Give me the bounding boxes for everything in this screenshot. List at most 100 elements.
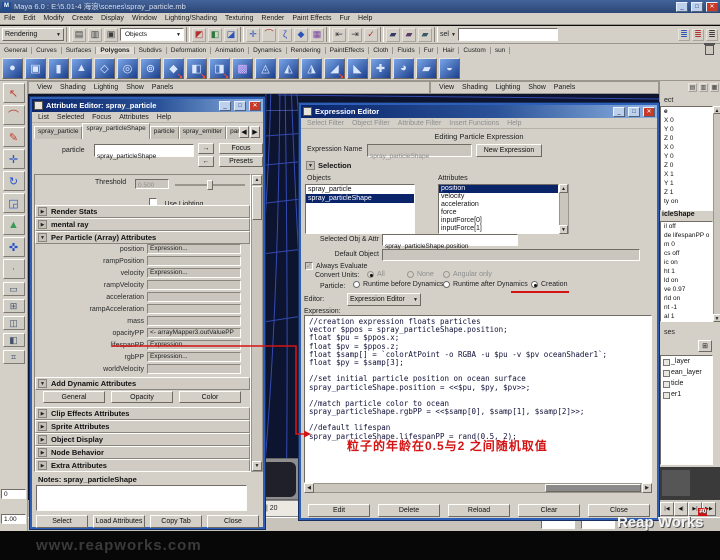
panel-menu-item[interactable]: Panels [148, 84, 177, 91]
scroll-down-icon[interactable]: ▼ [252, 461, 262, 471]
attribute-field[interactable]: Expression... [147, 352, 241, 362]
ipr-render-icon[interactable]: ▰ [402, 28, 416, 42]
menu-set-dropdown[interactable]: Rendering▼ [2, 28, 64, 41]
attribute-tab[interactable]: particle [150, 126, 179, 139]
toggle-channel-box-icon[interactable]: ▦ [710, 83, 719, 92]
shelf-tab[interactable]: Custom [459, 47, 490, 54]
selected-attr-field[interactable]: spray_particleShape.position [382, 234, 518, 246]
channel-row[interactable]: nt -1 [661, 303, 712, 312]
channel-box-menu-fragment[interactable]: ect [664, 97, 673, 104]
scrollbar-thumb[interactable] [545, 484, 641, 492]
collapsed-section[interactable]: ▶ Render Stats [35, 205, 250, 218]
tab-scroll-left-icon[interactable]: ◀ [239, 126, 249, 138]
move-tool-icon[interactable]: ✛ [3, 149, 25, 169]
presets-button[interactable]: Presets [219, 156, 263, 167]
attribute-field[interactable] [147, 292, 241, 302]
playback-speed-field[interactable]: 1.00 [1, 514, 26, 524]
add-dynamic-button[interactable]: General [43, 391, 105, 403]
scroll-up-icon[interactable]: ▲ [559, 184, 568, 193]
shelf-tab[interactable]: Fur [420, 47, 439, 54]
shelf-tab[interactable]: PaintEffects [326, 47, 370, 54]
panel-menu-item[interactable]: Show [524, 84, 550, 91]
channel-row[interactable]: Y 1 [661, 179, 712, 188]
attribute-editor-titlebar[interactable]: Attribute Editor: spray_particle _ □ ✕ [32, 99, 263, 112]
shelf-tab[interactable]: Hair [438, 47, 459, 54]
layer-item[interactable]: ean_layer [661, 367, 712, 378]
expand-icon[interactable]: ▶ [38, 461, 47, 470]
poly-smooth-icon[interactable]: ◆↘ [163, 58, 184, 79]
attribute-list-item[interactable]: acceleration [439, 201, 558, 209]
notes-field[interactable] [36, 485, 247, 511]
range-start-field[interactable]: 0 [1, 489, 26, 499]
poly-uv-texture-icon[interactable]: ▩ [232, 58, 253, 79]
attribute-editor-button[interactable]: Load Attributes [93, 515, 145, 528]
attribute-editor-button[interactable]: Close [207, 515, 259, 528]
attribute-tab[interactable]: spray_emitter [179, 126, 226, 139]
panel-menu-item[interactable]: View [33, 84, 56, 91]
poly-reduce-icon[interactable]: ◨↘ [209, 58, 230, 79]
channel-row[interactable]: ic on [661, 258, 712, 267]
expand-icon[interactable]: ▶ [38, 448, 47, 457]
scroll-up-icon[interactable]: ▲ [252, 175, 262, 185]
panel-menu-item[interactable]: Lighting [492, 84, 525, 91]
scroll-left-icon[interactable]: ◀ [304, 483, 314, 493]
maximize-button[interactable]: □ [691, 2, 703, 12]
menu-item[interactable]: Focus [88, 114, 115, 121]
channel-row[interactable]: ve 0.97 [661, 285, 712, 294]
attributes-scrollbar[interactable]: ▲ ▼ [559, 184, 569, 234]
selection-section-header[interactable]: ▼ Selection [304, 161, 351, 170]
layers-menu-fragment[interactable]: ses [664, 329, 675, 336]
construction-history-icon[interactable]: ✓ [364, 28, 378, 42]
menu-item[interactable]: List [34, 114, 53, 121]
show-output-icon[interactable]: ← [198, 156, 214, 167]
attribute-field[interactable]: Expression... [147, 268, 241, 278]
poly-extrude-face-icon[interactable]: ◢↘ [324, 58, 345, 79]
poly-triangulate-icon[interactable]: ◬ [255, 58, 276, 79]
channel-row[interactable]: Y 0 [661, 152, 712, 161]
channel-row[interactable]: Z 0 [661, 161, 712, 170]
poly-plane-icon[interactable]: ◇ [94, 58, 115, 79]
scroll-down-icon[interactable]: ▼ [713, 314, 720, 322]
expression-editor-button[interactable]: Reload [448, 504, 510, 517]
tab-scroll-right-icon[interactable]: ▶ [250, 126, 260, 138]
shelf-tab[interactable]: Surfaces [62, 47, 97, 54]
scrollbar-thumb[interactable] [252, 186, 262, 220]
expand-icon[interactable]: ▶ [38, 422, 47, 431]
channel-row[interactable]: Y 0 [661, 125, 712, 134]
attribute-editor-button[interactable]: Copy Tab [150, 515, 202, 528]
particle-mode-option[interactable]: Runtime after Dynamics [443, 281, 528, 288]
snap-grid-icon[interactable]: ✛ [246, 28, 260, 42]
attribute-tab[interactable]: spray_particle [34, 126, 82, 139]
status-icon[interactable] [434, 27, 438, 42]
close-button[interactable]: ✕ [249, 101, 261, 111]
poly-cylinder-icon[interactable]: ▮ [48, 58, 69, 79]
collapse-icon[interactable]: ▼ [38, 233, 47, 242]
collapsed-section[interactable]: ▶ Extra Attributes [35, 459, 250, 472]
poly-sphere-icon[interactable]: ● [2, 58, 23, 79]
minimize-button[interactable]: _ [676, 2, 688, 12]
menu-item[interactable]: Lighting/Shading [161, 15, 221, 22]
scroll-down-icon[interactable]: ▼ [559, 225, 568, 234]
menu-item[interactable]: Fur [336, 15, 355, 22]
minimize-button[interactable]: _ [219, 101, 231, 111]
expression-hscrollbar[interactable]: ◀ ▶ [304, 483, 652, 493]
shelf-tab[interactable]: Rendering [287, 47, 326, 54]
threshold-field[interactable]: 0.500 [135, 179, 169, 189]
channel-row[interactable]: ht 1 [661, 267, 712, 276]
snap-point-icon[interactable]: ζ [278, 28, 292, 42]
show-manipulator-tool-icon[interactable]: ✜ [3, 237, 25, 257]
show-input-icon[interactable]: → [198, 143, 214, 154]
attribute-field[interactable]: Expression... [147, 340, 241, 350]
menu-item[interactable]: Texturing [221, 15, 257, 22]
layout-four-pane-icon[interactable]: ⊞ [3, 299, 25, 313]
menu-item[interactable]: Attributes [115, 114, 153, 121]
poly-mirror-icon[interactable]: ◧↘ [186, 58, 207, 79]
select-component-icon[interactable]: ◪ [224, 28, 238, 42]
toggle-tool-settings-icon[interactable]: ▥ [699, 83, 708, 92]
menu-item[interactable]: Create [68, 15, 97, 22]
attribute-tab[interactable]: spray_particleShape [82, 123, 149, 139]
maximize-button[interactable]: □ [628, 107, 640, 117]
expression-editor-button[interactable]: Delete [378, 504, 440, 517]
status-icon[interactable] [326, 27, 330, 42]
new-layer-icon[interactable]: ⊞ [698, 340, 712, 352]
